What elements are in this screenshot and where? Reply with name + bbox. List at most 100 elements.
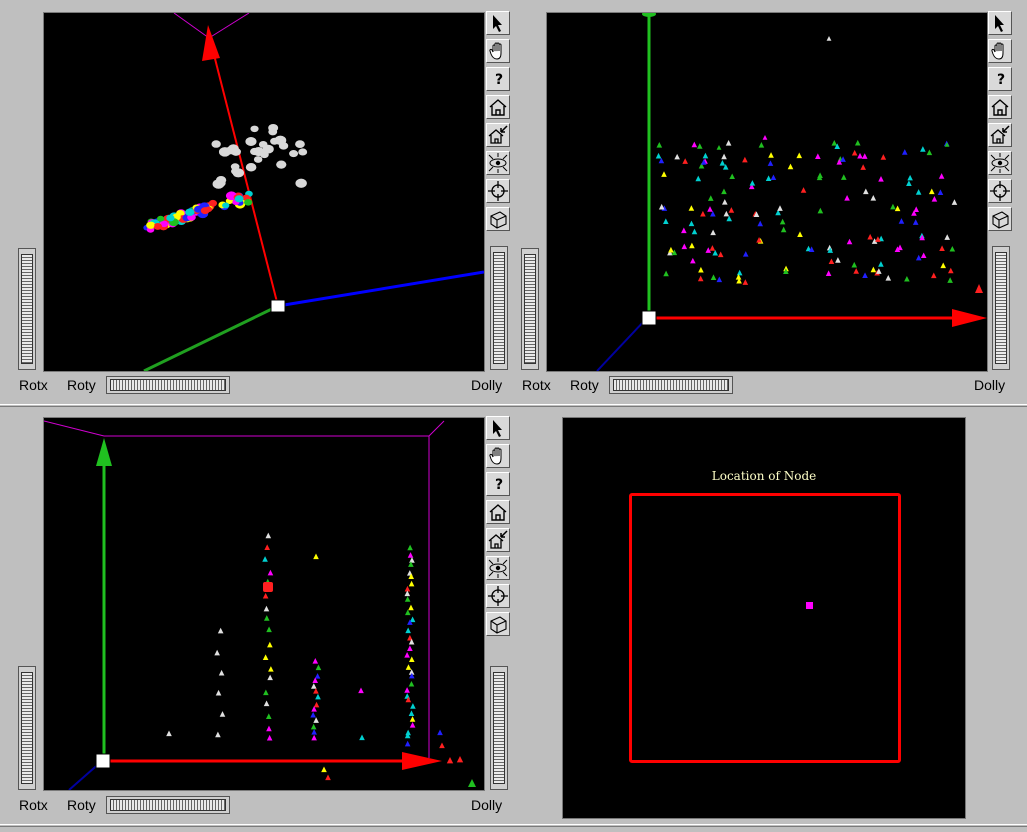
data-point-marker xyxy=(698,266,704,273)
viewport-front[interactable] xyxy=(546,12,988,372)
data-point-marker xyxy=(217,627,224,634)
scene-perspective xyxy=(143,13,484,371)
roty-label: Roty xyxy=(570,377,599,393)
home-button[interactable] xyxy=(486,95,510,119)
eye-view-all-button[interactable] xyxy=(988,151,1012,175)
pick-arrow-button[interactable] xyxy=(486,11,510,35)
x-axis xyxy=(210,42,279,307)
roty-wheel[interactable] xyxy=(609,376,733,394)
data-point-marker xyxy=(862,272,868,278)
data-point-marker xyxy=(298,148,308,156)
rotx-wheel[interactable] xyxy=(521,248,539,370)
hand-icon xyxy=(489,447,502,465)
eye-view-all-button[interactable] xyxy=(486,151,510,175)
data-point-marker xyxy=(310,711,316,718)
set-home-button[interactable] xyxy=(486,123,510,147)
data-point-marker xyxy=(408,604,414,611)
data-point-marker xyxy=(404,585,411,592)
data-point-marker xyxy=(313,688,319,694)
data-point-marker xyxy=(712,249,719,256)
node-location-view[interactable]: Location of Node xyxy=(562,417,966,819)
data-point-marker xyxy=(265,532,272,539)
seek-target-button[interactable] xyxy=(486,179,510,203)
data-point-marker xyxy=(405,664,412,670)
data-point-marker xyxy=(695,175,702,182)
data-point-marker xyxy=(156,215,165,222)
bbox-edge xyxy=(428,420,445,437)
data-point-marker xyxy=(674,153,680,160)
data-point-marker xyxy=(906,180,912,187)
home-button[interactable] xyxy=(988,95,1012,119)
seek-target-button[interactable] xyxy=(486,584,510,608)
data-point-marker xyxy=(681,243,688,250)
data-point-marker xyxy=(904,275,910,282)
pick-arrow-button[interactable] xyxy=(486,416,510,440)
question-button[interactable]: ? xyxy=(486,67,510,91)
eye-view-all-button[interactable] xyxy=(486,556,510,580)
viewport-perspective[interactable] xyxy=(43,12,485,372)
perspective-toggle-icon xyxy=(992,211,1009,229)
z-axis xyxy=(596,317,648,371)
roty-wheel[interactable] xyxy=(106,376,230,394)
perspective-toggle-button[interactable] xyxy=(486,207,510,231)
perspective-toggle-button[interactable] xyxy=(988,207,1012,231)
data-point-marker xyxy=(700,210,706,217)
rotx-wheel[interactable] xyxy=(18,248,36,370)
data-point-marker xyxy=(295,178,307,188)
node-marker[interactable] xyxy=(806,602,813,609)
roty-wheel[interactable] xyxy=(106,796,230,814)
data-point-marker xyxy=(211,140,221,148)
data-point-marker xyxy=(663,270,669,277)
data-point-marker xyxy=(409,557,415,563)
question-button[interactable]: ? xyxy=(486,472,510,496)
data-point-marker xyxy=(408,680,415,687)
data-point-marker xyxy=(315,664,322,671)
svg-text:?: ? xyxy=(495,477,503,493)
hand-button[interactable] xyxy=(486,444,510,468)
data-point-marker xyxy=(215,689,222,696)
question-icon: ? xyxy=(997,72,1005,88)
data-point-marker xyxy=(314,673,321,679)
home-button[interactable] xyxy=(486,500,510,524)
viewport-side[interactable] xyxy=(43,417,485,791)
perspective-toggle-icon xyxy=(490,211,507,229)
data-point-marker xyxy=(709,245,716,251)
data-point-marker xyxy=(696,143,703,149)
rotx-wheel[interactable] xyxy=(18,666,36,790)
roty-label: Roty xyxy=(67,797,96,813)
data-point-marker xyxy=(266,734,273,741)
perspective-toggle-button[interactable] xyxy=(486,612,510,636)
data-point-marker xyxy=(208,199,218,207)
z-axis xyxy=(277,270,484,308)
home-icon xyxy=(489,99,507,116)
data-point-marker xyxy=(928,188,935,195)
data-point-marker xyxy=(267,569,274,576)
data-point-marker xyxy=(800,187,807,193)
set-home-button[interactable] xyxy=(486,528,510,552)
data-point-marker xyxy=(770,174,777,181)
data-point-marker xyxy=(707,195,714,201)
data-point-marker xyxy=(857,152,863,159)
toolbar-perspective: ? xyxy=(486,11,512,235)
data-point-marker xyxy=(949,245,956,252)
set-home-button[interactable] xyxy=(988,123,1012,147)
data-point-marker xyxy=(668,246,674,253)
question-button[interactable]: ? xyxy=(988,67,1012,91)
dolly-wheel[interactable] xyxy=(490,246,508,370)
data-point-marker xyxy=(267,674,273,681)
data-point-marker xyxy=(658,203,665,210)
scene-front xyxy=(596,13,987,371)
hand-button[interactable] xyxy=(988,39,1012,63)
data-point-marker xyxy=(200,207,210,215)
data-point-marker xyxy=(826,36,832,41)
data-point-marker xyxy=(719,160,726,166)
seek-target-button[interactable] xyxy=(988,179,1012,203)
dolly-wheel[interactable] xyxy=(992,246,1010,370)
data-point-marker xyxy=(725,140,732,146)
data-point-marker xyxy=(742,251,749,257)
pick-arrow-button[interactable] xyxy=(988,11,1012,35)
data-point-marker xyxy=(658,157,665,164)
dolly-wheel[interactable] xyxy=(490,666,508,790)
hand-button[interactable] xyxy=(486,39,510,63)
data-point-marker xyxy=(901,149,908,155)
